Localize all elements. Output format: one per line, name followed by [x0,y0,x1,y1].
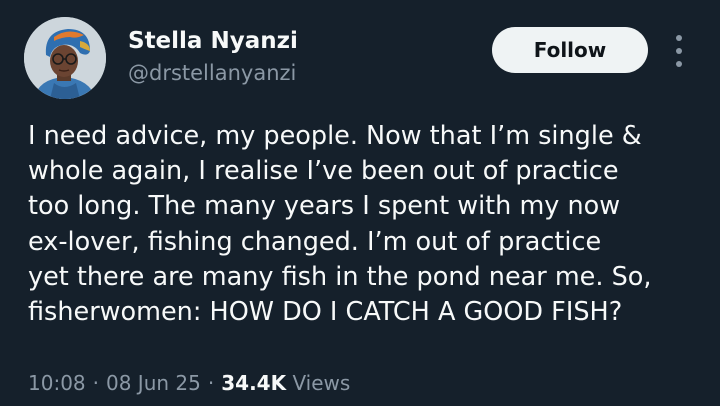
tweet-date[interactable]: 08 Jun 25 [106,371,201,395]
avatar-photo-icon [24,17,106,99]
tweet-text: I need advice, my people. Now that I’m s… [28,119,708,330]
avatar[interactable] [24,17,106,99]
tweet-text-line: ex-lover, fishing changed. I’m out of pr… [28,226,602,257]
tweet-card: Stella Nyanzi @drstellanyanzi Follow I n… [0,0,720,406]
tweet-text-line: whole again, I realise I’ve been out of … [28,156,619,187]
display-name[interactable]: Stella Nyanzi [128,26,298,56]
tweet-text-line: yet there are many fish in the pond near… [28,261,652,292]
views-label[interactable]: Views [292,371,350,395]
meta-separator: · [92,371,99,395]
follow-button[interactable]: Follow [492,27,648,73]
user-info: Stella Nyanzi @drstellanyanzi [128,26,298,88]
tweet-text-line: I need advice, my people. Now that I’m s… [28,121,642,151]
tweet-text-line: fisherwomen: HOW DO I CATCH A GOOD FISH? [28,297,623,328]
meta-separator: · [207,371,215,395]
tweet-time[interactable]: 10:08 [28,371,86,395]
tweet-meta: 10:08 · 08 Jun 25 · 34.4K Views [28,368,350,398]
more-vertical-icon[interactable] [666,33,692,69]
views-count[interactable]: 34.4K [221,371,286,395]
user-handle[interactable]: @drstellanyanzi [128,58,298,88]
tweet-text-line: too long. The many years I spent with my… [28,191,621,222]
